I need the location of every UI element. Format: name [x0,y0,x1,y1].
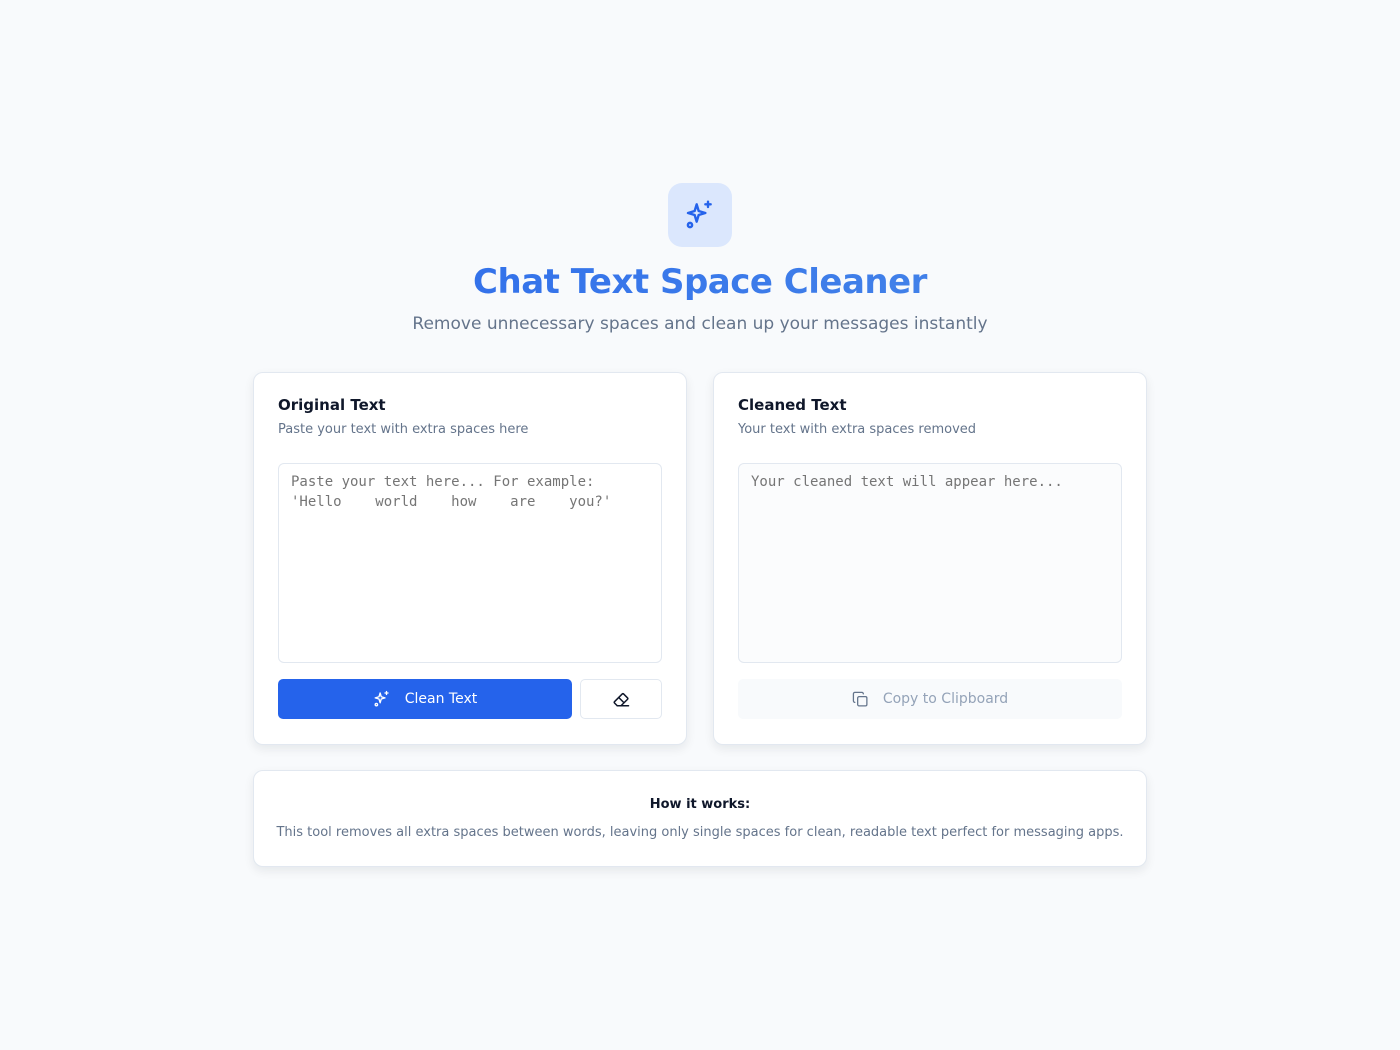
copy-button-label: Copy to Clipboard [882,691,1009,707]
clean-text-button-label: Clean Text [404,691,478,707]
how-it-works-card: How it works: This tool removes all extr… [253,770,1147,867]
clear-text-button[interactable] [580,679,662,719]
page-subtitle: Remove unnecessary spaces and clean up y… [412,314,988,334]
copy-to-clipboard-button[interactable]: Copy to Clipboard [738,679,1122,719]
copy-icon [852,691,868,707]
cleaned-text-output[interactable] [738,463,1122,663]
cleaned-text-description: Your text with extra spaces removed [738,422,977,437]
logo-badge [668,183,732,247]
sparkles-icon [686,200,712,229]
original-text-card: Original Text Paste your text with extra… [253,372,687,745]
cleaned-text-title: Cleaned Text [738,396,847,414]
how-it-works-title: How it works: [649,797,751,812]
original-text-description: Paste your text with extra spaces here [278,422,529,437]
how-it-works-text: This tool removes all extra spaces betwe… [276,825,1124,840]
original-text-input[interactable] [278,463,662,663]
page-title: Chat Text Space Cleaner [0,262,1400,302]
clean-text-button[interactable]: Clean Text [278,679,572,719]
original-text-title: Original Text [278,396,386,414]
sparkles-icon [374,690,389,707]
eraser-icon [613,692,630,707]
cleaned-text-card: Cleaned Text Your text with extra spaces… [713,372,1147,745]
